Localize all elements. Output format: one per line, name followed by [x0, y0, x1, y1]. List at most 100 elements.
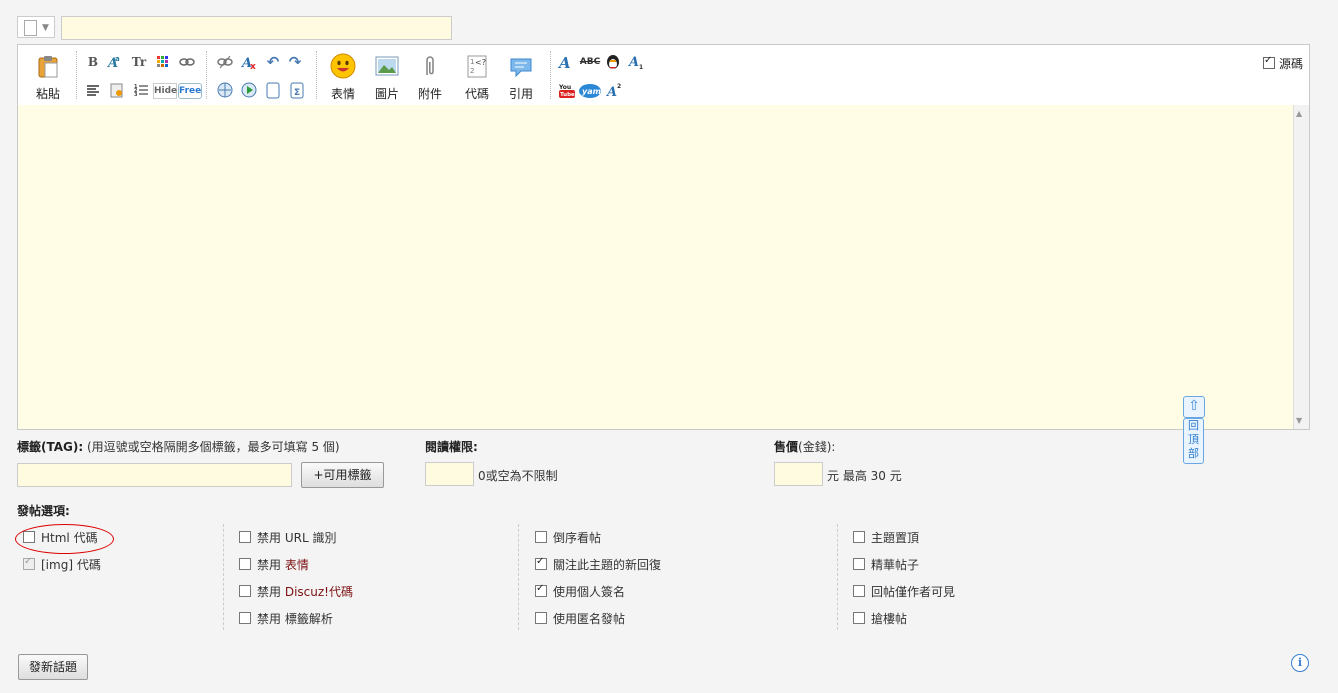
media-play-icon: [241, 82, 257, 98]
follow-replies-checkbox[interactable]: [535, 556, 547, 570]
blank-page-icon: [266, 82, 280, 99]
option-disable-discuz-code[interactable]: 禁用 Discuz!代碼: [239, 583, 353, 600]
paste-button[interactable]: 粘貼: [29, 53, 67, 102]
code-button[interactable]: 12 <? 代碼: [458, 53, 496, 102]
document-icon: [24, 20, 37, 36]
hide-button[interactable]: Hide: [153, 83, 177, 99]
media-button[interactable]: [240, 81, 258, 99]
bold-button[interactable]: B: [84, 53, 102, 71]
disable-url-checkbox[interactable]: [239, 531, 251, 543]
clear-format-icon: Ax: [240, 56, 256, 72]
editor-toolbar: 粘貼 B Aa Tr 123 Hide Free A x ↶ ↷ Σ 表情 圖片…: [18, 45, 1309, 106]
option-use-signature[interactable]: 使用個人簽名: [535, 583, 625, 600]
font-a-icon: A: [557, 54, 571, 72]
table-button[interactable]: [216, 81, 234, 99]
clear-format-button[interactable]: Ax: [240, 53, 258, 72]
unlink-button[interactable]: [216, 53, 234, 71]
option-disable-emoji[interactable]: 禁用 表情: [239, 556, 309, 573]
sigma-page-icon: Σ: [290, 82, 304, 99]
font-style-button[interactable]: A: [556, 53, 574, 72]
svg-text:a: a: [115, 55, 120, 63]
source-checkbox[interactable]: [1262, 55, 1275, 69]
quote-button[interactable]: 引用: [502, 53, 540, 102]
option-rush-reply[interactable]: 搶樓帖: [853, 610, 907, 627]
svg-text:You: You: [558, 84, 571, 91]
index-button[interactable]: Σ: [288, 81, 306, 99]
align-button[interactable]: [84, 81, 102, 99]
price-input[interactable]: [774, 462, 823, 486]
youtube-button[interactable]: You Tube: [558, 81, 576, 99]
source-label: 源碼: [1278, 57, 1303, 71]
back-to-top-button[interactable]: ⇧ 回頂部: [1182, 396, 1205, 464]
disable-emoji-checkbox[interactable]: [239, 558, 251, 570]
option-sticky[interactable]: 主題置頂: [853, 529, 919, 546]
float-button[interactable]: [108, 81, 126, 99]
color-button[interactable]: [154, 53, 172, 71]
thread-type-select[interactable]: ▼: [17, 16, 55, 38]
subscript-button[interactable]: A1: [627, 53, 646, 71]
globe-icon: [217, 82, 233, 98]
redo-icon: ↷: [288, 53, 302, 71]
disable-discuz-checkbox[interactable]: [239, 585, 251, 597]
info-icon[interactable]: i: [1291, 654, 1309, 672]
tags-label: 標籤(TAG):: [17, 440, 84, 454]
qq-button[interactable]: [604, 53, 622, 71]
read-permission-label: 閱讀權限:: [425, 440, 478, 454]
svg-text:Σ: Σ: [294, 88, 300, 98]
page-button[interactable]: [264, 81, 282, 99]
disable-tag-parse-checkbox[interactable]: [239, 612, 251, 624]
picture-icon: [375, 56, 399, 76]
option-disable-tag-parse[interactable]: 禁用 標籤解析: [239, 610, 333, 627]
color-grid-icon: [157, 56, 168, 67]
scroll-up-icon[interactable]: ▲: [1296, 109, 1302, 118]
image-button[interactable]: 圖片: [368, 53, 406, 102]
option-anonymous[interactable]: 使用匿名發帖: [535, 610, 625, 627]
submit-thread-button[interactable]: 發新話題: [18, 654, 88, 680]
reverse-order-checkbox[interactable]: [535, 531, 547, 543]
yam-button[interactable]: yam: [578, 81, 602, 99]
redo-button[interactable]: ↷: [286, 53, 304, 71]
price-unit: (金錢):: [798, 440, 836, 454]
option-disable-url[interactable]: 禁用 URL 識別: [239, 529, 336, 546]
price-hint: 元 最高 30 元: [827, 469, 902, 483]
undo-button[interactable]: ↶: [264, 53, 282, 71]
available-tags-button[interactable]: +可用標籤: [301, 462, 384, 488]
superscript-icon: A2: [605, 83, 621, 100]
rush-reply-checkbox[interactable]: [853, 612, 865, 624]
svg-text:A: A: [606, 85, 617, 99]
use-signature-checkbox[interactable]: [535, 583, 547, 597]
superscript-button[interactable]: A2: [605, 81, 624, 100]
price-label: 售價: [774, 440, 799, 454]
editor: 粘貼 B Aa Tr 123 Hide Free A x ↶ ↷ Σ 表情 圖片…: [17, 44, 1310, 430]
svg-text:A: A: [628, 55, 639, 70]
font-size-button[interactable]: Tr: [130, 53, 148, 71]
option-digest[interactable]: 精華帖子: [853, 556, 919, 573]
svg-text:<?: <?: [475, 58, 486, 67]
attach-button[interactable]: 附件: [411, 53, 449, 102]
tags-input[interactable]: [17, 463, 292, 487]
emoji-button[interactable]: 表情: [324, 53, 362, 102]
editor-content-area[interactable]: [18, 105, 1294, 429]
anonymous-checkbox[interactable]: [535, 612, 547, 624]
scroll-down-icon[interactable]: ▼: [1296, 416, 1302, 425]
free-button[interactable]: Free: [178, 83, 202, 99]
editor-scrollbar[interactable]: ▲ ▼: [1293, 105, 1309, 429]
source-toggle[interactable]: 源碼: [1262, 55, 1303, 72]
back-to-top-label: 回頂部: [1183, 418, 1204, 464]
quote-label: 引用: [508, 87, 533, 101]
option-author-only-replies[interactable]: 回帖僅作者可見: [853, 583, 955, 600]
read-permission-input[interactable]: [425, 462, 474, 486]
font-button[interactable]: Aa: [106, 53, 124, 71]
option-follow-replies[interactable]: 關注此主題的新回復: [535, 556, 661, 573]
digest-checkbox[interactable]: [853, 558, 865, 570]
option-reverse-order[interactable]: 倒序看帖: [535, 529, 601, 546]
tags-hint: (用逗號或空格隔開多個標籤，最多可填寫 5 個): [83, 440, 340, 454]
subscript-icon: A1: [627, 55, 643, 71]
link-button[interactable]: [178, 53, 196, 71]
subject-input[interactable]: [61, 16, 452, 40]
list-button[interactable]: 123: [132, 81, 150, 99]
sticky-checkbox[interactable]: [853, 531, 865, 543]
author-only-checkbox[interactable]: [853, 585, 865, 597]
clipboard-icon: [38, 56, 58, 78]
strikethrough-button[interactable]: ABC: [579, 53, 601, 71]
